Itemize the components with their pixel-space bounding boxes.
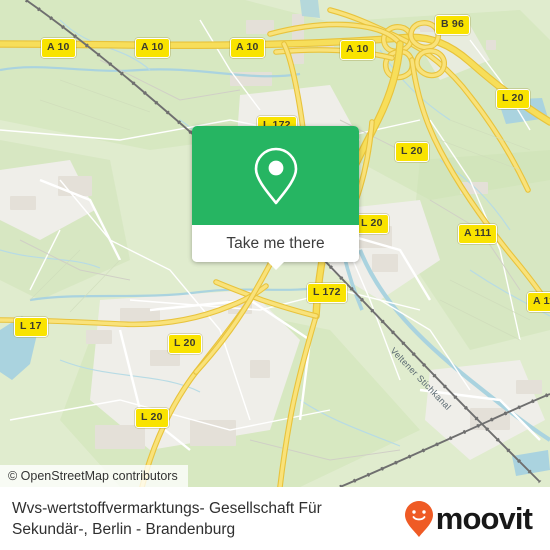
map-pin-icon <box>254 147 297 204</box>
popup-icon-area <box>192 126 359 225</box>
road-shield: L 17 <box>14 317 48 337</box>
road-shield: L 20 <box>135 408 169 428</box>
road-shield: L 20 <box>496 89 530 109</box>
road-shield: A 10 <box>135 38 170 58</box>
map-canvas[interactable]: .land { fill:#e9f1dc; } .green { fill:#d… <box>0 0 550 487</box>
footer-bar: Wvs-wertstoffvermarktungs- Gesellschaft … <box>0 487 550 550</box>
road-shield: A 11 <box>527 292 550 312</box>
popup-pointer <box>266 261 285 270</box>
popup-body: Take me there <box>192 126 359 262</box>
moovit-logo[interactable]: moovit <box>404 500 536 538</box>
road-shield: L 20 <box>355 214 389 234</box>
road-shield: A 111 <box>458 224 498 244</box>
road-shield: A 10 <box>340 40 375 60</box>
road-shield: A 10 <box>230 38 265 58</box>
moovit-place-card: .land { fill:#e9f1dc; } .green { fill:#d… <box>0 0 550 550</box>
place-popup-card[interactable]: Take me there <box>192 126 359 270</box>
road-shield: L 172 <box>307 283 347 303</box>
road-shield: A 10 <box>41 38 76 58</box>
moovit-smiley-pin-icon <box>404 500 433 537</box>
take-me-there-button[interactable]: Take me there <box>192 225 359 262</box>
osm-attribution[interactable]: © OpenStreetMap contributors <box>0 465 188 487</box>
take-me-there-label: Take me there <box>226 234 325 252</box>
moovit-wordmark: moovit <box>435 501 533 536</box>
osm-attribution-label: © OpenStreetMap contributors <box>8 469 178 483</box>
road-shield: L 20 <box>168 334 202 354</box>
place-title: Wvs-wertstoffvermarktungs- Gesellschaft … <box>12 499 322 538</box>
road-shield: B 96 <box>435 15 470 35</box>
road-shield: L 20 <box>395 142 429 162</box>
